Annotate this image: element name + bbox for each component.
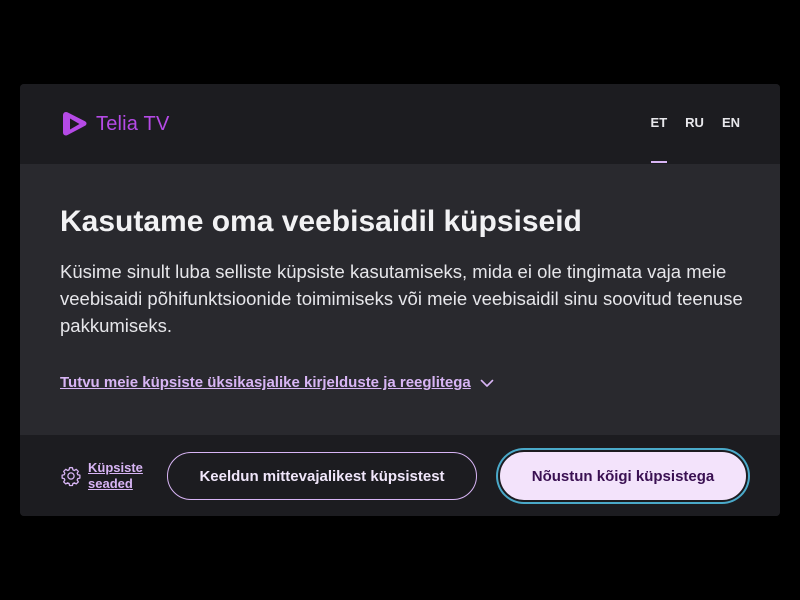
- gear-icon[interactable]: [60, 465, 82, 487]
- cookie-details-link-text[interactable]: Tutvu meie küpsiste üksikasjalike kirjel…: [60, 374, 471, 391]
- cookie-details-link[interactable]: Tutvu meie küpsiste üksikasjalike kirjel…: [60, 374, 495, 391]
- decline-nonessential-button[interactable]: Keeldun mittevajalikest küpsistest: [167, 452, 477, 500]
- consent-description: Küsime sinult luba selliste küpsiste kas…: [60, 261, 743, 336]
- telia-play-logo-icon: [63, 112, 87, 136]
- language-en[interactable]: EN: [722, 115, 740, 130]
- language-switcher: ET RU EN: [650, 115, 740, 163]
- cookie-consent-dialog: Telia TV ET RU EN Kasutame oma veebisaid…: [20, 84, 780, 516]
- brand-name: Telia TV: [96, 112, 170, 135]
- language-et[interactable]: ET: [650, 115, 667, 163]
- consent-content: Kasutame oma veebisaidil küpsiseid Küsim…: [20, 164, 780, 435]
- cookie-settings-label[interactable]: Küpsiste seaded: [88, 460, 148, 492]
- brand-logo: Telia TV: [60, 108, 170, 140]
- cookie-settings-link[interactable]: Küpsiste seaded: [60, 460, 148, 492]
- dialog-header: Telia TV ET RU EN: [20, 84, 780, 164]
- language-ru[interactable]: RU: [685, 115, 704, 130]
- accept-all-button[interactable]: Nõustun kõigi küpsistega: [500, 452, 746, 500]
- chevron-down-icon[interactable]: [479, 375, 495, 391]
- consent-footer: Küpsiste seaded Keeldun mittevajalikest …: [20, 435, 780, 516]
- consent-title: Kasutame oma veebisaidil küpsiseid: [60, 205, 582, 238]
